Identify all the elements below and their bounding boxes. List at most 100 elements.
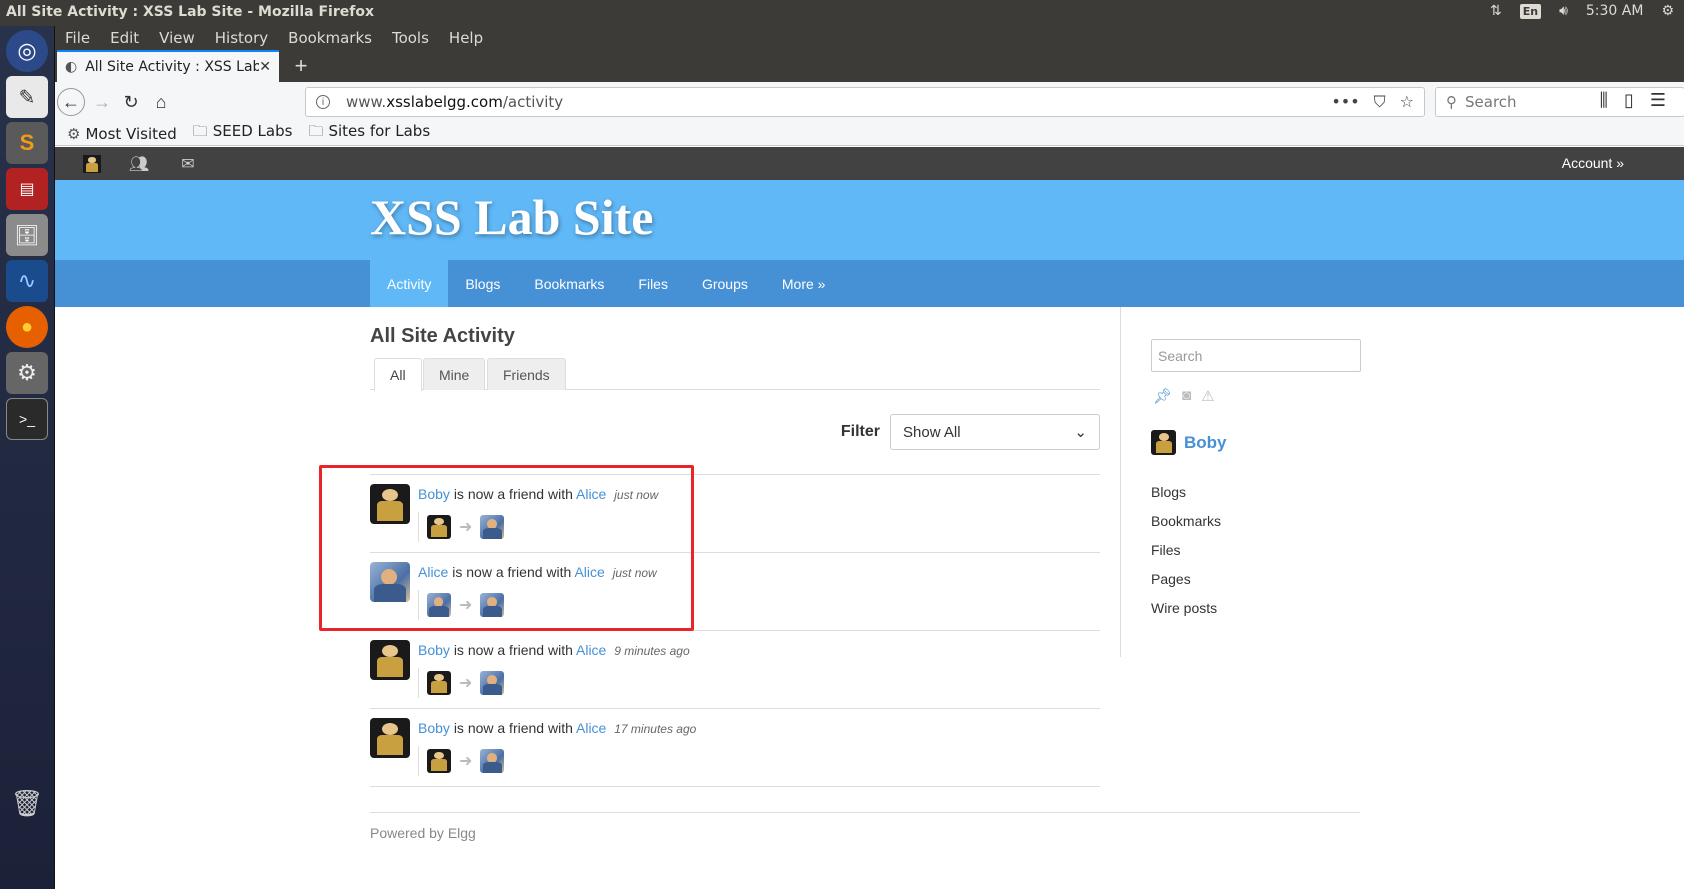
forward-arrow-icon[interactable]: → xyxy=(89,89,115,115)
menu-tools[interactable]: Tools xyxy=(392,29,429,47)
bookmark-seed-labs[interactable]: 🗀 SEED Labs xyxy=(193,121,293,146)
tab-friends[interactable]: Friends xyxy=(487,358,566,390)
search-icon: ⚲ xyxy=(1446,93,1457,111)
terminal-red-icon[interactable]: ▤ xyxy=(6,168,48,210)
sidebar-link-files[interactable]: Files xyxy=(1151,535,1221,564)
site-name[interactable]: XSS Lab Site xyxy=(370,188,653,246)
network-icon[interactable]: ⇅ xyxy=(1490,3,1502,19)
menu-bookmarks[interactable]: Bookmarks xyxy=(288,29,372,47)
site-info-icon[interactable]: i xyxy=(316,95,330,109)
nav-files[interactable]: Files xyxy=(621,260,685,307)
bookmark-sites-for-labs[interactable]: 🗀 Sites for Labs xyxy=(308,121,430,146)
avatar[interactable] xyxy=(427,749,451,773)
ubuntu-dash-icon[interactable]: ◎ xyxy=(6,30,48,72)
object-link[interactable]: Alice xyxy=(576,642,606,658)
sidebar: Search 📌︎ ◙ ⚠ Boby Blogs Bookmarks Files… xyxy=(1120,307,1380,657)
pin-icon[interactable]: 📌︎ xyxy=(1153,387,1172,405)
pocket-icon[interactable]: ⛉ xyxy=(1374,92,1386,112)
terminal-icon[interactable]: >_ xyxy=(6,398,48,440)
menu-edit[interactable]: Edit xyxy=(110,29,139,47)
avatar[interactable] xyxy=(480,671,505,695)
bookmark-star-icon[interactable]: ☆ xyxy=(1400,92,1414,112)
nav-blogs[interactable]: Blogs xyxy=(448,260,517,307)
river-summary: Boby is now a friend with Alice just now xyxy=(418,486,659,502)
home-icon[interactable]: ⌂ xyxy=(148,89,174,115)
system-tray: ⇅ En 🔊︎ 5:30 AM ⚙ xyxy=(1490,3,1674,19)
reload-icon[interactable]: ↻ xyxy=(118,89,144,115)
avatar[interactable] xyxy=(427,671,451,695)
url-bar[interactable]: i www.xsslabelgg.com/activity ••• ⛉ ☆ xyxy=(305,87,1425,117)
avatar[interactable] xyxy=(370,640,410,680)
sidebar-search-input[interactable]: Search xyxy=(1151,339,1361,372)
page-actions-icon[interactable]: ••• xyxy=(1331,92,1359,112)
tab-mine[interactable]: Mine xyxy=(423,358,486,390)
avatar[interactable] xyxy=(427,515,451,539)
avatar[interactable] xyxy=(427,593,451,617)
system-settings-icon[interactable]: ⚙ xyxy=(6,352,48,394)
avatar[interactable] xyxy=(370,484,410,524)
powered-by-link[interactable]: Powered by Elgg xyxy=(370,825,476,841)
keyboard-layout-indicator[interactable]: En xyxy=(1519,3,1542,19)
hamburger-menu-icon[interactable]: ☰ xyxy=(1650,90,1666,111)
subject-link[interactable]: Boby xyxy=(418,720,450,736)
nav-groups[interactable]: Groups xyxy=(685,260,765,307)
tab-all[interactable]: All xyxy=(374,358,422,391)
object-link[interactable]: Alice xyxy=(576,720,606,736)
bookmark-most-visited[interactable]: ⚙ Most Visited xyxy=(67,125,177,143)
firefox-icon[interactable]: ● xyxy=(6,306,48,348)
avatar[interactable] xyxy=(370,718,410,758)
avatar[interactable] xyxy=(480,515,505,539)
firefox-menubar: File Edit View History Bookmarks Tools H… xyxy=(55,26,1684,50)
avatar[interactable] xyxy=(370,562,410,602)
avatar[interactable] xyxy=(480,749,505,773)
friends-icon[interactable]: 👥︎ xyxy=(129,154,149,174)
nav-bookmarks[interactable]: Bookmarks xyxy=(517,260,621,307)
nav-activity[interactable]: Activity xyxy=(370,260,449,307)
settings-gear-icon[interactable]: ⚙ xyxy=(1661,3,1674,19)
tab-favicon-icon: ◐ xyxy=(65,59,78,75)
sidebar-link-pages[interactable]: Pages xyxy=(1151,564,1221,593)
menu-history[interactable]: History xyxy=(215,29,268,47)
warning-report-icon[interactable]: ⚠ xyxy=(1201,387,1214,405)
menu-view[interactable]: View xyxy=(159,29,195,47)
back-arrow-icon[interactable]: ← xyxy=(57,88,85,116)
volume-icon[interactable]: 🔊︎ xyxy=(1559,3,1568,19)
sublime-text-icon[interactable]: S xyxy=(6,122,48,164)
subject-link[interactable]: Boby xyxy=(418,642,450,658)
library-icon[interactable]: ⫼ xyxy=(1600,90,1608,111)
filter-select[interactable]: Show All ⌄ xyxy=(890,414,1100,450)
sidebar-link-blogs[interactable]: Blogs xyxy=(1151,477,1221,506)
sidebar-link-wire-posts[interactable]: Wire posts xyxy=(1151,593,1221,622)
file-manager-icon[interactable]: 🗄︎ xyxy=(6,214,48,256)
trash-icon[interactable]: 🗑︎ xyxy=(6,782,48,824)
user-avatar-icon[interactable] xyxy=(82,154,102,174)
avatar[interactable] xyxy=(1151,430,1176,455)
active-tab[interactable]: ◐ All Site Activity : XSS Lab ✕ xyxy=(57,50,279,82)
tab-strip: ◐ All Site Activity : XSS Lab ✕ + xyxy=(55,50,1684,82)
subject-link[interactable]: Alice xyxy=(418,564,448,580)
new-tab-button[interactable]: + xyxy=(287,52,315,80)
menu-help[interactable]: Help xyxy=(449,29,483,47)
text-editor-icon[interactable]: ✎ xyxy=(6,76,48,118)
owner-name-link[interactable]: Boby xyxy=(1184,433,1227,453)
avatar[interactable] xyxy=(480,593,505,617)
wireshark-icon[interactable]: ∿ xyxy=(6,260,48,302)
subject-link[interactable]: Boby xyxy=(418,486,450,502)
filter-row: Filter Show All ⌄ xyxy=(370,412,1100,452)
tab-close-icon[interactable]: ✕ xyxy=(259,59,271,75)
elgg-topbar: 👥︎ ✉ Account » xyxy=(55,147,1684,180)
rss-icon[interactable]: ◙ xyxy=(1182,387,1191,405)
web-page: 👥︎ ✉ Account » XSS Lab Site Activity Blo… xyxy=(55,147,1684,889)
account-menu[interactable]: Account » xyxy=(1562,155,1624,171)
filter-selected-value: Show All xyxy=(903,423,961,441)
object-link[interactable]: Alice xyxy=(574,564,604,580)
messages-envelope-icon[interactable]: ✉ xyxy=(178,154,198,174)
sidebar-link-bookmarks[interactable]: Bookmarks xyxy=(1151,506,1221,535)
nav-more[interactable]: More » xyxy=(765,260,843,307)
sidebar-toggle-icon[interactable]: ▯ xyxy=(1624,90,1634,111)
object-link[interactable]: Alice xyxy=(576,486,606,502)
menu-file[interactable]: File xyxy=(65,29,90,47)
clock[interactable]: 5:30 AM xyxy=(1586,3,1644,19)
navigation-toolbar: ← → ↻ ⌂ i www.xsslabelgg.com/activity ••… xyxy=(55,82,1684,122)
url-text[interactable]: www.xsslabelgg.com/activity xyxy=(346,93,1331,111)
